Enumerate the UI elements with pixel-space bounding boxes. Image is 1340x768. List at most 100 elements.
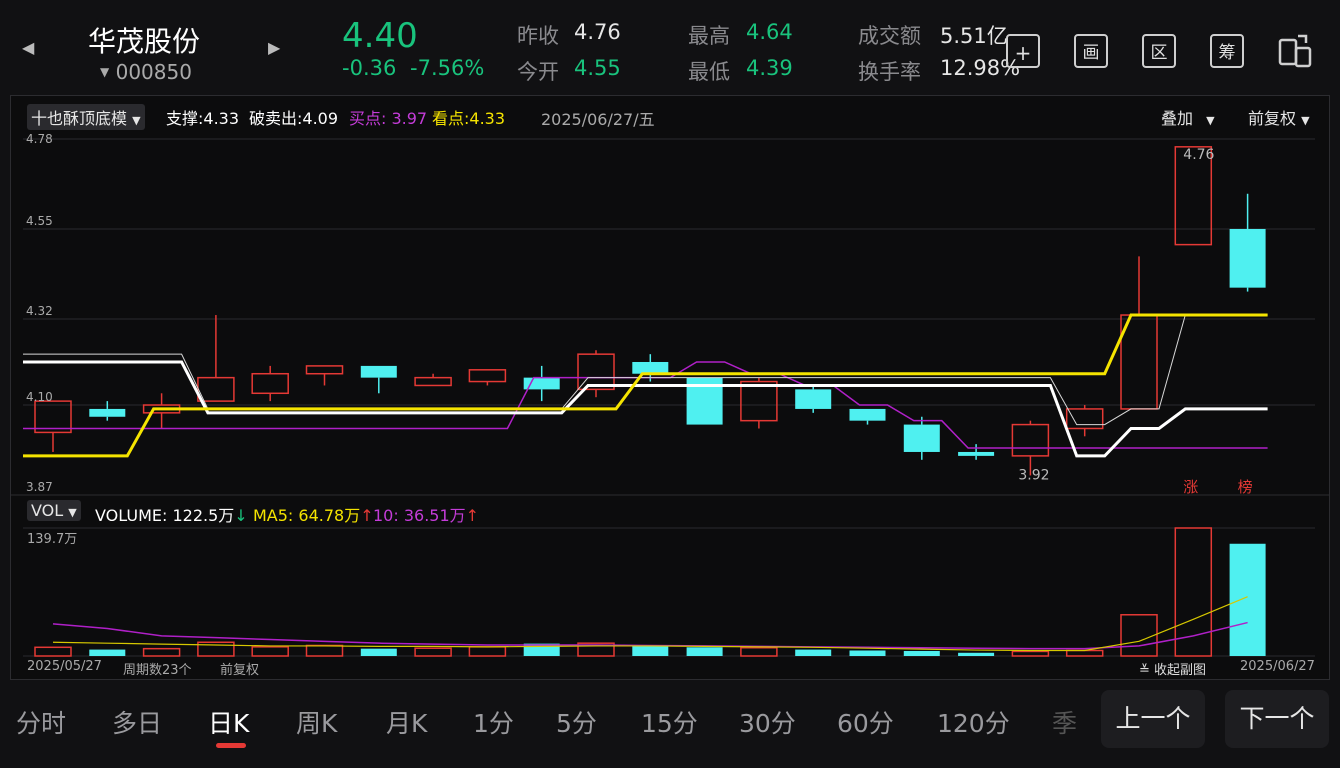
rotate-screen-button[interactable] bbox=[1276, 32, 1314, 70]
price-change: -0.36 bbox=[342, 56, 397, 80]
draw-icon: 画 bbox=[1082, 43, 1100, 63]
footer-adjust: 前复权 bbox=[220, 663, 260, 678]
low-value: 4.39 bbox=[746, 56, 793, 80]
tab-5min[interactable]: 5分 bbox=[556, 704, 597, 740]
volume-bar-up bbox=[414, 647, 452, 657]
min-price-label: 3.92 bbox=[1018, 467, 1049, 483]
high-value: 4.64 bbox=[746, 20, 793, 44]
quote-header: ◀ 华茂股份 ▼ 000850 ▶ 4.40 -0.36 -7.56% 昨收 4… bbox=[0, 0, 1340, 95]
volume-bar-up bbox=[1120, 614, 1158, 657]
limit-up-tag: 涨 bbox=[1183, 478, 1198, 496]
tab-30min[interactable]: 30分 bbox=[739, 704, 796, 740]
candle-body-up bbox=[414, 376, 452, 387]
volume-bar-down bbox=[795, 649, 832, 656]
volume-value: VOLUME: 122.5万↓ bbox=[95, 502, 248, 526]
rotate-screen-icon bbox=[1278, 34, 1312, 68]
volume-bar-down bbox=[89, 649, 126, 656]
volume-bar-up bbox=[1174, 527, 1213, 657]
high-label: 最高 bbox=[688, 24, 730, 48]
price-tick-label: 4.78 bbox=[26, 132, 53, 146]
prev-close-value: 4.76 bbox=[574, 20, 621, 44]
up-arrow-icon: ↑ bbox=[360, 506, 374, 525]
volume-bar-up bbox=[1065, 649, 1104, 657]
volume-bar-down bbox=[360, 648, 397, 656]
tab-60min[interactable]: 60分 bbox=[837, 704, 894, 740]
volume-bar-down bbox=[958, 652, 995, 656]
range-button[interactable]: 区 bbox=[1142, 34, 1176, 68]
candle-body-up bbox=[1011, 423, 1050, 457]
volume-bar-down bbox=[686, 647, 723, 656]
candle-body-down bbox=[958, 451, 995, 456]
prev-close-label: 昨收 bbox=[517, 24, 559, 48]
candle-body-down bbox=[1229, 228, 1266, 288]
tab-daily-k[interactable]: 日K bbox=[208, 704, 249, 740]
tab-quarter[interactable]: 季 bbox=[1052, 704, 1077, 740]
volume-bar-down bbox=[903, 650, 940, 656]
volume-bar-down bbox=[1229, 543, 1266, 656]
prev-button[interactable]: 上一个 bbox=[1101, 690, 1205, 748]
amount-label: 成交额 bbox=[858, 24, 921, 48]
candle-body-up bbox=[1120, 314, 1158, 410]
candle-body-down bbox=[795, 389, 832, 409]
add-watchlist-button[interactable]: + bbox=[1006, 34, 1040, 68]
candle-body-up bbox=[1065, 408, 1104, 430]
tab-timeshare[interactable]: 分时 bbox=[16, 704, 66, 740]
price-tick-label: 4.55 bbox=[26, 214, 53, 228]
candle-body-up bbox=[34, 400, 72, 434]
volume-selector-label: VOL bbox=[31, 501, 64, 520]
open-label: 今开 bbox=[517, 60, 559, 84]
tab-monthly-k[interactable]: 月K bbox=[386, 704, 427, 740]
volume-bar-up bbox=[1011, 650, 1050, 657]
tab-120min[interactable]: 120分 bbox=[937, 704, 1010, 740]
next-button[interactable]: 下一个 bbox=[1225, 690, 1329, 748]
candle-body-down bbox=[89, 408, 126, 417]
range-icon: 区 bbox=[1150, 43, 1168, 63]
open-value: 4.55 bbox=[574, 56, 621, 80]
volume-ma5-text: MA5: 64.78万 bbox=[253, 506, 361, 525]
candle-body-down bbox=[632, 361, 669, 374]
up-arrow-icon: ↑ bbox=[465, 506, 480, 525]
price-tick-label: 3.87 bbox=[26, 480, 53, 494]
volume-ma10: 10: 36.51万↑ bbox=[373, 502, 479, 526]
candle-body-down bbox=[903, 424, 940, 452]
kline-chart-panel[interactable]: 十也酥顶底模 ▼ 支撑:4.33 破卖出:4.09 买点: 3.97 看点:4.… bbox=[10, 95, 1330, 680]
collapse-subchart-button[interactable]: ≚ 收起副图 bbox=[1139, 659, 1206, 678]
volume-ma5: MA5: 64.78万↑ bbox=[253, 502, 374, 526]
chips-button[interactable]: 筹 bbox=[1210, 34, 1244, 68]
collapse-icon: ≚ bbox=[1139, 663, 1150, 678]
stock-code-dropdown[interactable]: ▼ 000850 bbox=[100, 60, 192, 84]
tab-weekly-k[interactable]: 周K bbox=[296, 704, 337, 740]
candle-body-down bbox=[849, 408, 886, 421]
volume-bar-up bbox=[34, 646, 72, 657]
tab-multiday[interactable]: 多日 bbox=[112, 704, 162, 740]
max-price-label: 4.76 bbox=[1183, 147, 1214, 163]
candle-body-up bbox=[197, 376, 235, 402]
volume-selector[interactable]: VOL ▼ bbox=[27, 500, 81, 521]
price-tick-label: 4.32 bbox=[26, 304, 53, 318]
amount-value: 5.51亿 bbox=[940, 24, 1008, 48]
period-count: 周期数23个 bbox=[123, 663, 192, 678]
volume-bar-up bbox=[468, 646, 507, 657]
current-price: 4.40 bbox=[342, 16, 418, 56]
active-tab-indicator bbox=[216, 743, 246, 748]
prev-stock-arrow[interactable]: ◀ bbox=[22, 38, 34, 57]
stock-name: 华茂股份 bbox=[88, 25, 201, 58]
candle-body-up bbox=[251, 372, 289, 395]
turnover-label: 换手率 bbox=[858, 60, 921, 84]
volume-text: VOLUME: 122.5万 bbox=[95, 506, 235, 525]
volume-bar-up bbox=[740, 647, 778, 657]
volume-bar-up bbox=[305, 644, 344, 657]
tab-1min[interactable]: 1分 bbox=[473, 704, 514, 740]
candlestick-chart: 4.78 4.55 4.32 4.10 3.87 4.76 3.92 涨 榜 bbox=[11, 132, 1329, 657]
ranking-tag: 榜 bbox=[1238, 478, 1253, 496]
volume-bar-down bbox=[849, 650, 886, 656]
chevron-down-icon: ▼ bbox=[100, 65, 110, 79]
end-date: 2025/06/27 bbox=[1240, 659, 1315, 674]
draw-button[interactable]: 画 bbox=[1074, 34, 1108, 68]
candle-body-up bbox=[740, 380, 778, 422]
tab-15min[interactable]: 15分 bbox=[641, 704, 698, 740]
candle-body-down bbox=[360, 365, 397, 378]
chips-icon: 筹 bbox=[1218, 43, 1236, 63]
next-stock-arrow[interactable]: ▶ bbox=[268, 38, 280, 57]
volume-ma10-text: 10: 36.51万 bbox=[373, 506, 466, 525]
